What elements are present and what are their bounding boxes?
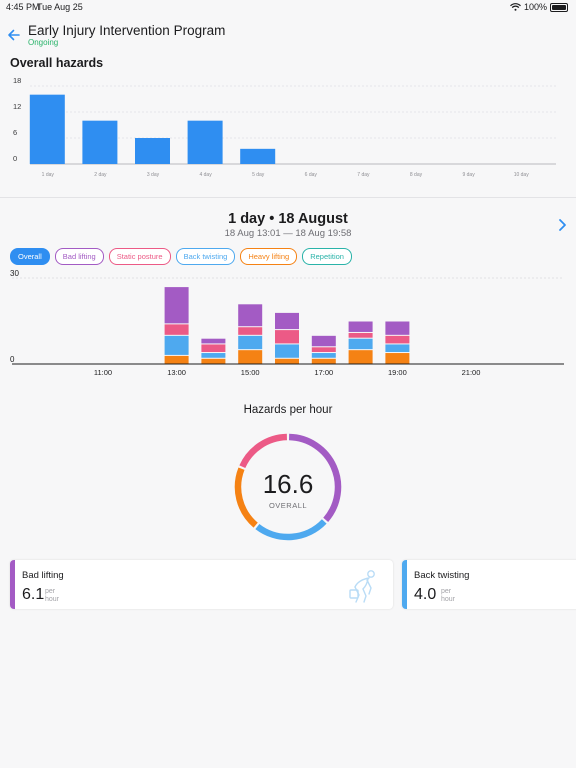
back-twisting-card[interactable]: Back twisting 4.0 per hour bbox=[402, 560, 576, 609]
y-tick-label: 6 bbox=[13, 128, 17, 137]
donut-segment-static bbox=[239, 433, 288, 469]
card-label: Back twisting bbox=[414, 570, 470, 581]
y-tick-label: 0 bbox=[10, 355, 15, 364]
wifi-icon bbox=[510, 3, 521, 11]
y-tick-label: 12 bbox=[13, 102, 21, 111]
hourly-bar-segment-badlift[interactable] bbox=[164, 287, 189, 324]
battery-percent: 100% bbox=[523, 2, 547, 12]
filter-chip-bad-lifting[interactable]: Bad lifting bbox=[54, 248, 104, 265]
hourly-bar-segment-twist[interactable] bbox=[201, 353, 226, 358]
donut-label: OVERALL bbox=[268, 501, 308, 510]
hourly-bar-segment-static[interactable] bbox=[385, 335, 410, 344]
overall-hazards-chart: 0 6 12 18 1 day 2 day 3 day 4 day 5 day 6 day 7 da… bbox=[13, 76, 556, 178]
card-unit-bottom: hour bbox=[45, 596, 60, 603]
bad-lifting-figure-icon bbox=[349, 570, 375, 603]
hourly-bar-segment-static[interactable] bbox=[238, 327, 263, 335]
hourly-bar-segment-badlift[interactable] bbox=[348, 321, 373, 332]
x-tick-label: 21:00 bbox=[462, 368, 481, 377]
period-range: 18 Aug 13:01 — 18 Aug 19:58 bbox=[224, 228, 352, 239]
x-tick-label: 19:00 bbox=[388, 368, 407, 377]
filter-chip-static-posture[interactable]: Static posture bbox=[108, 248, 171, 265]
x-tick-label: 5 day bbox=[252, 172, 265, 178]
hourly-bar-segment-twist[interactable] bbox=[385, 344, 410, 353]
hourly-bar-segment-badlift[interactable] bbox=[275, 312, 299, 330]
x-tick-label: 4 day bbox=[199, 172, 212, 178]
hourly-bar-segment-heavy[interactable] bbox=[348, 350, 373, 364]
x-tick-label: 11:00 bbox=[94, 368, 112, 377]
hourly-bar-segment-heavy[interactable] bbox=[275, 358, 299, 364]
hourly-bar-segment-static[interactable] bbox=[201, 344, 226, 353]
bad-lifting-card[interactable]: Bad lifting 6.1 per hour bbox=[10, 560, 393, 609]
x-tick-label: 10 day bbox=[514, 172, 530, 178]
hourly-bar-segment-heavy[interactable] bbox=[201, 358, 226, 364]
hourly-bar-segment-static[interactable] bbox=[348, 332, 373, 338]
hourly-hazards-chart: 0 30 11:00 13:00 15:00 17:00 19:00 21:00 bbox=[10, 269, 564, 377]
section-divider bbox=[0, 197, 576, 198]
x-tick-label: 17:00 bbox=[314, 368, 333, 377]
status-right: 100% bbox=[510, 2, 568, 12]
page-title: Early Injury Intervention Program bbox=[28, 23, 226, 38]
battery-icon bbox=[550, 2, 568, 12]
hourly-bar-segment-badlift[interactable] bbox=[238, 304, 263, 327]
x-tick-label: 7 day bbox=[357, 172, 370, 178]
overall-bar[interactable] bbox=[187, 120, 223, 164]
hourly-bar-segment-badlift[interactable] bbox=[201, 338, 226, 344]
x-tick-label: 2 day bbox=[94, 172, 107, 178]
card-value: 4.0 bbox=[414, 586, 437, 603]
card-unit-top: per bbox=[441, 588, 452, 595]
back-arrow-icon[interactable] bbox=[6, 27, 22, 43]
y-tick-label: 0 bbox=[13, 154, 17, 163]
hourly-bar-segment-twist[interactable] bbox=[238, 335, 263, 350]
hourly-bar-segment-static[interactable] bbox=[311, 347, 336, 353]
y-tick-label: 18 bbox=[13, 76, 21, 85]
x-tick-label: 6 day bbox=[305, 172, 318, 178]
x-tick-label: 9 day bbox=[462, 172, 475, 178]
y-tick-label: 30 bbox=[10, 269, 19, 278]
filter-chip-heavy-lifting[interactable]: Heavy lifting bbox=[240, 248, 298, 265]
hourly-bar-segment-heavy[interactable] bbox=[385, 353, 410, 364]
x-tick-label: 1 day bbox=[42, 172, 55, 178]
filter-chip-repetition[interactable]: Repetition bbox=[302, 248, 352, 265]
hazard-filter-chips: Overall Bad lifting Static posture Back twi… bbox=[10, 248, 352, 265]
card-value: 6.1 bbox=[22, 586, 45, 603]
status-date: Tue Aug 25 bbox=[37, 2, 83, 12]
card-label: Bad lifting bbox=[22, 570, 64, 581]
period-title: 1 day • 18 August bbox=[228, 211, 348, 227]
chevron-right-icon[interactable] bbox=[556, 218, 568, 232]
filter-chip-back-twisting[interactable]: Back twisting bbox=[175, 248, 236, 265]
filter-chip-overall[interactable]: Overall bbox=[10, 248, 50, 265]
hourly-bar-segment-badlift[interactable] bbox=[311, 335, 336, 347]
card-unit-bottom: hour bbox=[441, 596, 456, 603]
hourly-bar-segment-heavy[interactable] bbox=[164, 355, 189, 364]
hourly-bar-segment-static[interactable] bbox=[164, 324, 189, 335]
hourly-bar-segment-twist[interactable] bbox=[311, 353, 336, 358]
status-bar: 4:45 PM Tue Aug 25 100% bbox=[0, 0, 576, 14]
overall-bar[interactable] bbox=[82, 120, 118, 164]
x-tick-label: 8 day bbox=[410, 172, 423, 178]
x-tick-label: 3 day bbox=[147, 172, 160, 178]
overall-bar[interactable] bbox=[135, 138, 170, 164]
hourly-bar-segment-badlift[interactable] bbox=[385, 321, 410, 335]
card-unit: per hour bbox=[45, 588, 59, 604]
x-tick-label: 15:00 bbox=[241, 368, 260, 377]
overall-hazards-title: Overall hazards bbox=[10, 56, 104, 70]
overall-bar[interactable] bbox=[240, 148, 276, 164]
card-unit-top: per bbox=[45, 588, 56, 595]
overall-bar[interactable] bbox=[29, 94, 65, 164]
hourly-bar-segment-heavy[interactable] bbox=[238, 350, 263, 364]
donut-segment-twist bbox=[255, 519, 327, 541]
donut-value: 16.6 bbox=[262, 469, 314, 499]
hourly-bar-segment-heavy[interactable] bbox=[311, 358, 336, 364]
hourly-bar-segment-twist[interactable] bbox=[275, 344, 299, 358]
hourly-bar-segment-static[interactable] bbox=[275, 330, 299, 344]
card-accent bbox=[402, 560, 407, 609]
hourly-bar-segment-twist[interactable] bbox=[348, 338, 373, 350]
hazards-per-hour-title: Hazards per hour bbox=[243, 404, 333, 416]
status-time: 4:45 PM bbox=[6, 2, 40, 12]
x-tick-label: 13:00 bbox=[167, 368, 186, 377]
hourly-bar-segment-twist[interactable] bbox=[164, 335, 189, 355]
program-status: Ongoing bbox=[28, 38, 59, 47]
card-accent bbox=[10, 560, 15, 609]
card-unit: per hour bbox=[441, 588, 455, 604]
